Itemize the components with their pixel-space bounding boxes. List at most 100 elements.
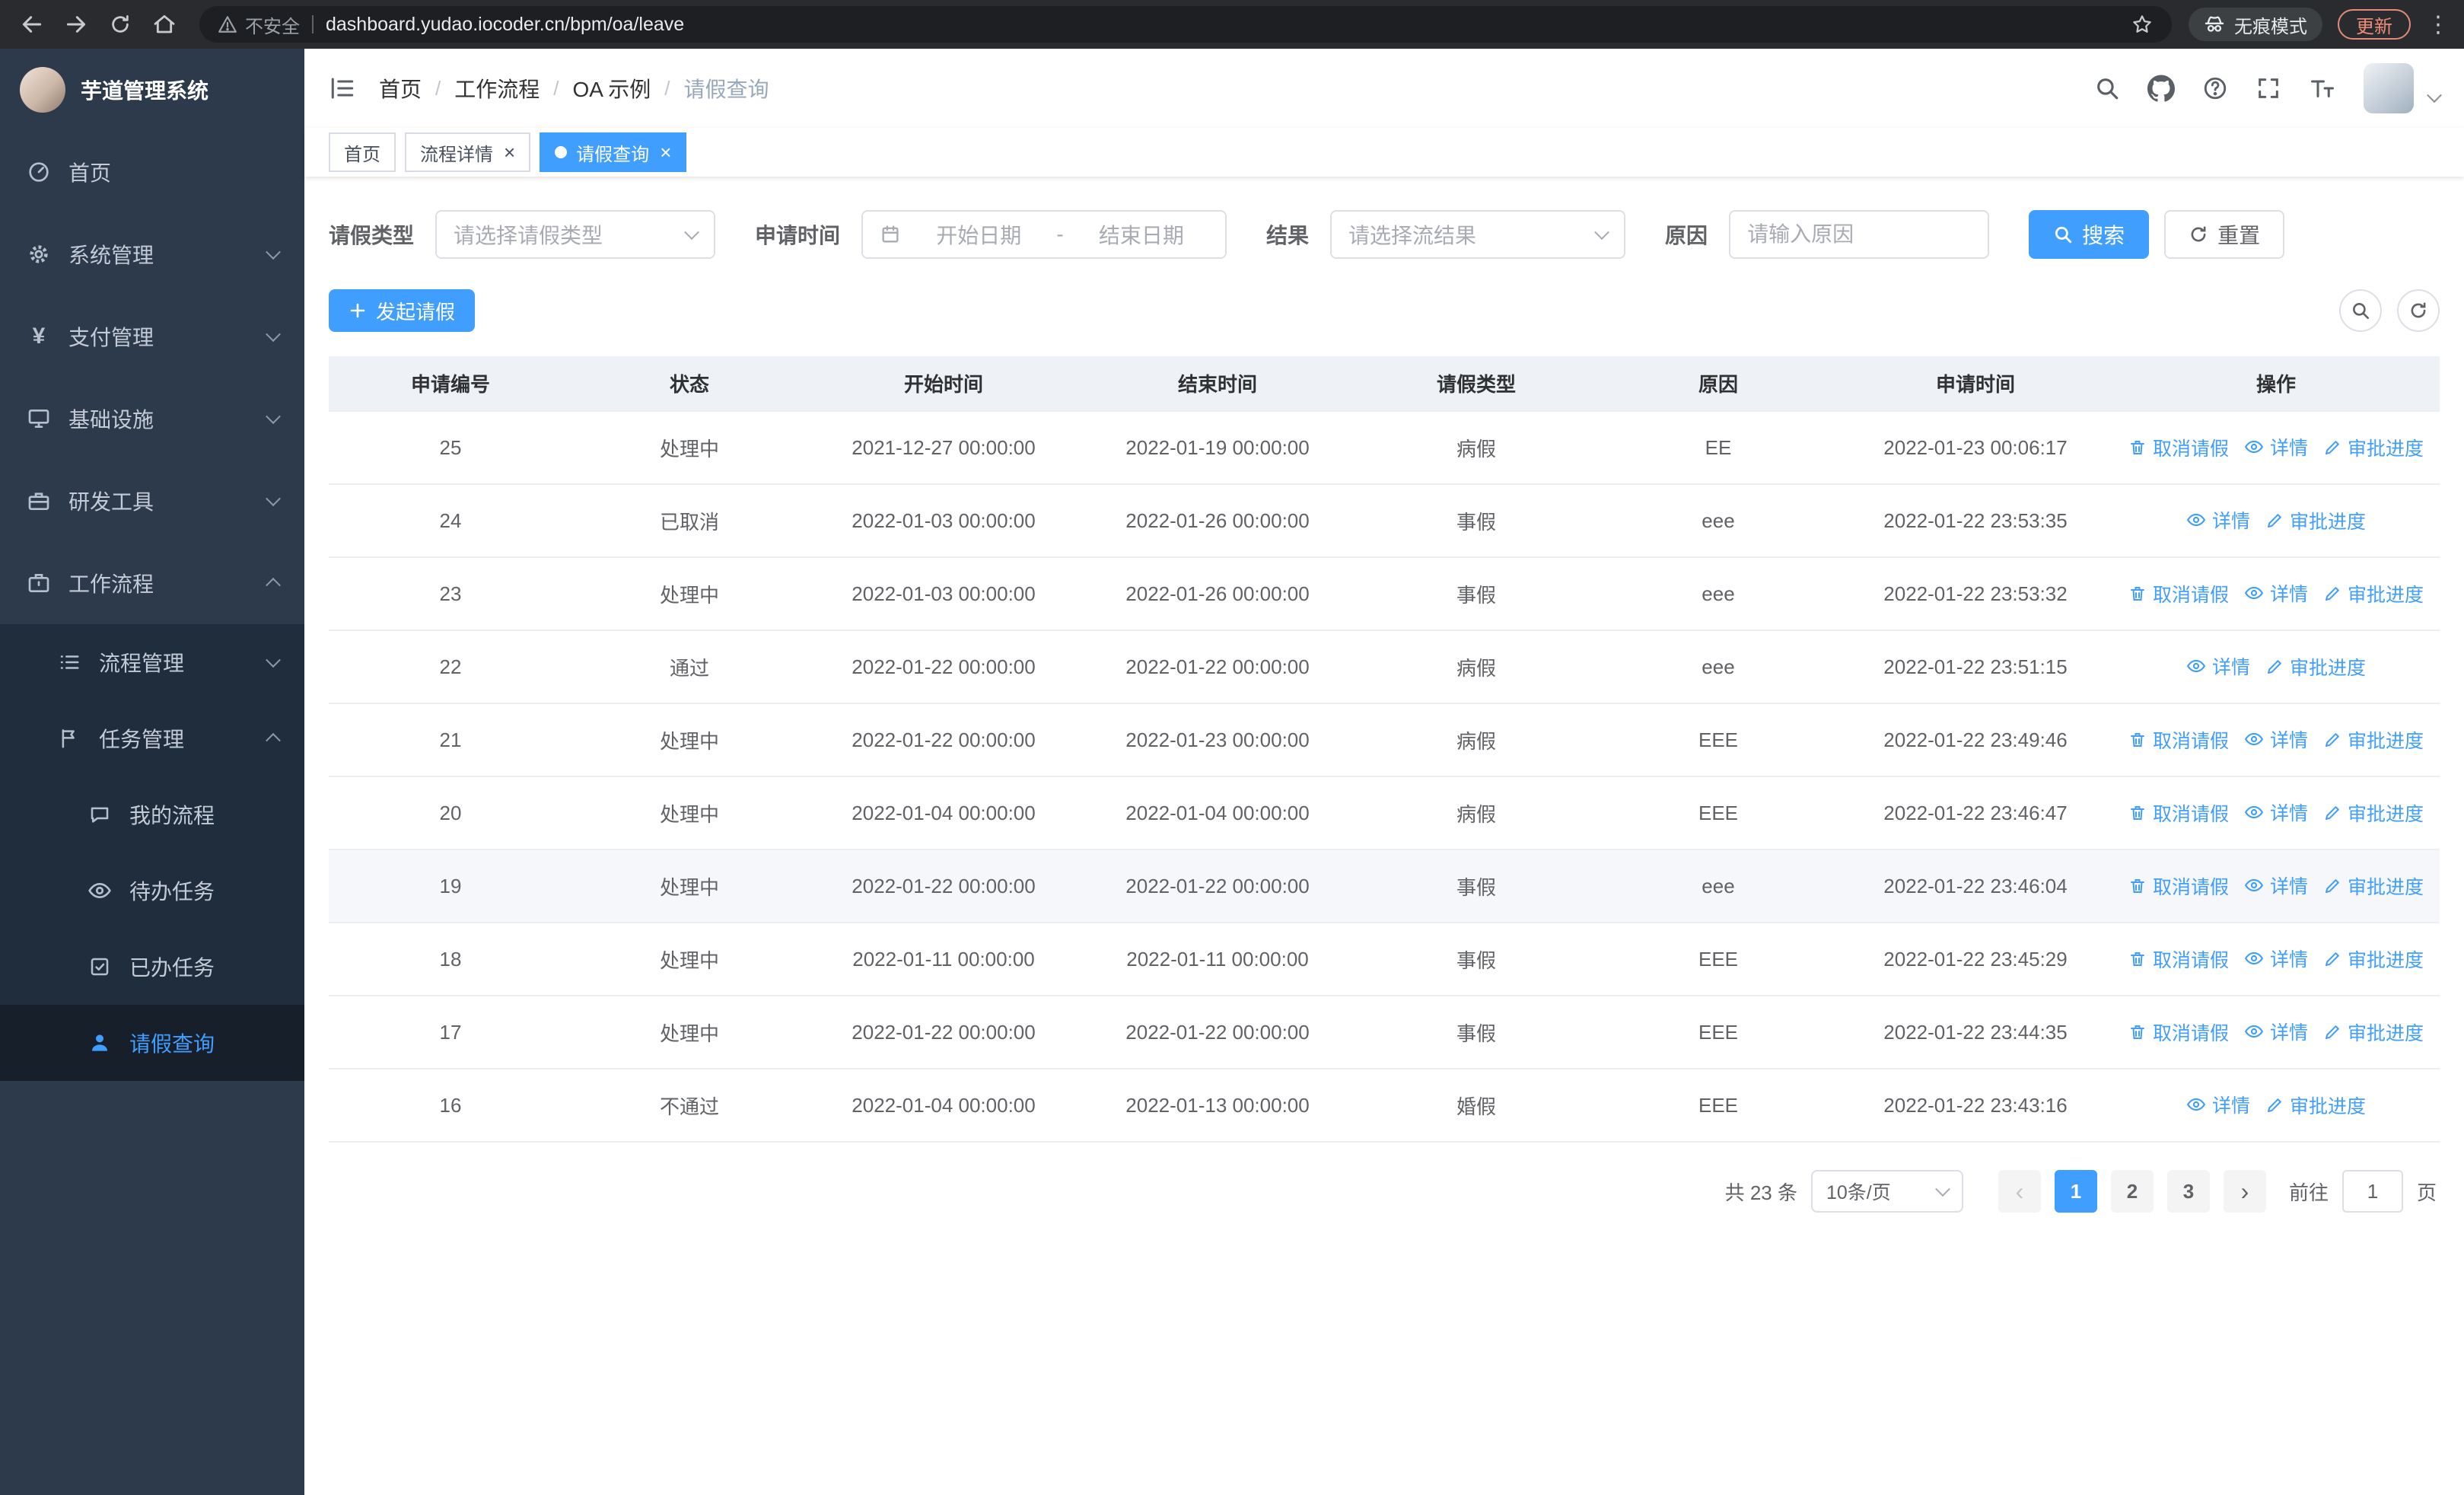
page-button-2[interactable]: 2 [2110,1170,2154,1213]
security-warning[interactable]: 不安全 [218,11,300,38]
refresh-table-button[interactable] [2397,289,2440,332]
sidebar-item-leave-query[interactable]: 请假查询 [0,1005,304,1081]
cell-actions: 取消请假 详情 审批进度 [2112,557,2440,631]
sidebar-item-process-mgmt[interactable]: 流程管理 [0,624,304,700]
cell-reason: EEE [1598,996,1838,1069]
leave-type-select[interactable]: 请选择请假类型 [435,210,716,259]
approval-progress-link[interactable]: 审批进度 [2323,580,2424,607]
cancel-leave-link[interactable]: 取消请假 [2128,580,2229,607]
detail-link[interactable]: 详情 [2186,1091,2250,1118]
home-icon[interactable] [146,6,183,43]
detail-link[interactable]: 详情 [2244,433,2308,461]
approval-progress-link[interactable]: 审批进度 [2265,653,2366,681]
sidebar-item-infrastructure[interactable]: 基础设施 [0,378,304,460]
approval-progress-link[interactable]: 审批进度 [2323,1018,2424,1046]
sidebar-item-todo-tasks[interactable]: 待办任务 [0,853,304,929]
github-icon[interactable] [2147,75,2175,102]
sidebar-item-payment-mgmt[interactable]: ¥ 支付管理 [0,295,304,378]
cancel-leave-link[interactable]: 取消请假 [2128,726,2229,754]
eye-icon [2244,948,2264,968]
detail-link[interactable]: 详情 [2244,1018,2308,1045]
reload-icon[interactable] [102,6,138,43]
apply-time-range-picker[interactable]: 开始日期 - 结束日期 [861,210,1227,259]
sidebar-item-system-mgmt[interactable]: 系统管理 [0,213,304,295]
cell-reason: eee [1598,557,1838,631]
cancel-leave-link[interactable]: 取消请假 [2128,945,2229,973]
detail-link[interactable]: 详情 [2186,506,2250,534]
sidebar-item-dev-tools[interactable]: 研发工具 [0,460,304,542]
create-leave-button[interactable]: 发起请假 [329,289,476,332]
close-icon[interactable]: × [504,142,515,162]
edit-icon [2323,731,2341,749]
goto-page-input[interactable] [2341,1170,2403,1213]
cancel-leave-link[interactable]: 取消请假 [2128,434,2229,461]
cell-apply-id: 22 [329,630,572,704]
page-button-1[interactable]: 1 [2054,1170,2097,1213]
search-button[interactable]: 搜索 [2029,210,2150,259]
cancel-leave-link[interactable]: 取消请假 [2128,799,2229,827]
result-select[interactable]: 请选择流结果 [1330,210,1626,259]
bookmark-star-icon[interactable] [2131,13,2154,36]
cancel-leave-link[interactable]: 取消请假 [2128,872,2229,900]
detail-link[interactable]: 详情 [2186,652,2250,680]
font-size-icon[interactable] [2309,75,2336,102]
page-button-3[interactable]: 3 [2166,1170,2210,1213]
approval-progress-link[interactable]: 审批进度 [2323,434,2424,461]
chevron-down-icon[interactable] [2427,88,2442,104]
detail-link[interactable]: 详情 [2244,579,2308,607]
cell-apply-id: 18 [329,923,572,996]
approval-progress-link[interactable]: 审批进度 [2323,726,2424,754]
user-avatar[interactable] [2364,63,2414,113]
breadcrumb-item[interactable]: 工作流程 [454,73,540,104]
prev-page-button[interactable]: ‹ [1998,1170,2041,1213]
end-date-placeholder: 结束日期 [1098,224,1184,247]
cell-start-time: 2022-01-22 00:00:00 [807,703,1081,777]
detail-link[interactable]: 详情 [2244,725,2308,753]
forward-icon[interactable] [58,6,94,43]
cell-leave-type: 事假 [1355,996,1598,1069]
sidebar-toggle-icon[interactable] [329,75,356,102]
tab-process-detail[interactable]: 流程详情 × [405,132,531,172]
sidebar-item-workflow[interactable]: 工作流程 [0,542,304,624]
breadcrumb-item[interactable]: 首页 [379,73,422,104]
address-bar[interactable]: 不安全 dashboard.yudao.iocoder.cn/bpm/oa/le… [199,6,2172,43]
cancel-leave-link[interactable]: 取消请假 [2128,1018,2229,1046]
search-icon[interactable] [2094,75,2120,101]
sidebar-item-my-processes[interactable]: 我的流程 [0,776,304,853]
approval-progress-link[interactable]: 审批进度 [2323,799,2424,827]
sidebar-item-done-tasks[interactable]: 已办任务 [0,929,304,1005]
tab-leave-query[interactable]: 请假查询 × [540,132,687,172]
close-icon[interactable]: × [660,142,671,162]
detail-link[interactable]: 详情 [2244,872,2308,899]
table-row: 21 处理中 2022-01-22 00:00:00 2022-01-23 00:00… [329,703,2440,777]
toggle-search-button[interactable] [2339,289,2382,332]
approval-progress-link[interactable]: 审批进度 [2265,507,2366,534]
approval-progress-link[interactable]: 审批进度 [2323,945,2424,973]
sidebar-item-home[interactable]: 首页 [0,131,304,213]
back-icon[interactable] [14,6,50,43]
help-icon[interactable] [2202,75,2228,101]
sidebar-item-task-mgmt[interactable]: 任务管理 [0,700,304,776]
table-row: 18 处理中 2022-01-11 00:00:00 2022-01-11 00:00… [329,923,2440,996]
browser-chrome: 不安全 dashboard.yudao.iocoder.cn/bpm/oa/le… [0,0,2464,49]
cell-actions: 取消请假 详情 审批进度 [2112,411,2440,485]
page-size-select[interactable]: 10条/页 [1810,1170,1963,1213]
cell-apply-time: 2022-01-22 23:49:46 [1838,703,2112,777]
fullscreen-icon[interactable] [2255,75,2281,101]
app-logo[interactable]: 芋道管理系统 [0,49,304,131]
reset-button[interactable]: 重置 [2164,210,2285,259]
browser-update-button[interactable]: 更新 [2338,9,2411,40]
approval-progress-link[interactable]: 审批进度 [2265,1092,2366,1119]
next-page-button[interactable]: › [2223,1170,2266,1213]
detail-link[interactable]: 详情 [2244,799,2308,826]
active-dot-icon [555,146,568,158]
breadcrumb-item[interactable]: OA 示例 [573,73,651,104]
detail-link[interactable]: 详情 [2244,945,2308,972]
chevron-up-icon [266,732,281,748]
approval-progress-link[interactable]: 审批进度 [2323,872,2424,900]
tab-home[interactable]: 首页 [329,132,396,172]
browser-menu-icon[interactable]: ⋮ [2426,6,2450,43]
reason-input[interactable] [1729,210,1990,259]
eye-icon [2186,656,2206,676]
cell-actions: 取消请假 详情 审批进度 [2112,703,2440,777]
